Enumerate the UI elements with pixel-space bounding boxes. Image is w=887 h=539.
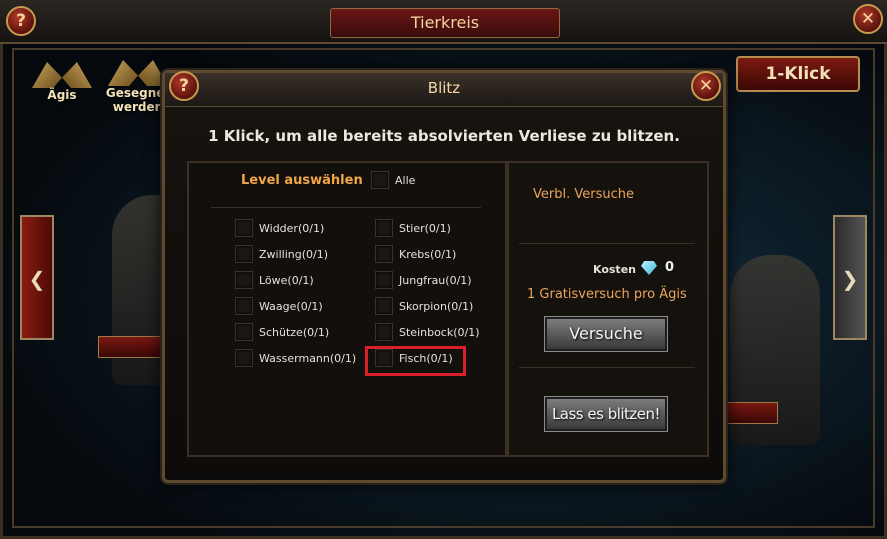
help-icon: ? bbox=[16, 11, 26, 31]
wing-icon bbox=[62, 62, 92, 88]
wing-icon bbox=[32, 62, 62, 88]
blitz-dialog: ? Blitz ✕ 1 Klick, um alle bereits absol… bbox=[162, 70, 726, 483]
decor-banner bbox=[98, 336, 166, 358]
divider bbox=[519, 367, 695, 368]
level-label: Schütze(0/1) bbox=[259, 326, 330, 339]
level-label: Skorpion(0/1) bbox=[399, 300, 474, 313]
emblem-label: Ägis bbox=[47, 88, 77, 102]
level-checkbox-skorpion[interactable] bbox=[375, 297, 393, 315]
dialog-close-button[interactable]: ✕ bbox=[691, 71, 721, 101]
chevron-left-icon: ❮ bbox=[28, 267, 46, 291]
level-label: Krebs(0/1) bbox=[399, 248, 457, 261]
highlight-box bbox=[365, 346, 466, 376]
aegis-emblem[interactable]: Ägis bbox=[28, 52, 96, 112]
decor-banner bbox=[722, 402, 778, 424]
all-label: Alle bbox=[395, 174, 416, 187]
level-label: Steinbock(0/1) bbox=[399, 326, 480, 339]
level-checkbox-wassermann[interactable] bbox=[235, 349, 253, 367]
level-checkbox-zwilling[interactable] bbox=[235, 245, 253, 263]
level-checkbox-jungfrau[interactable] bbox=[375, 271, 393, 289]
level-checkbox-loewe[interactable] bbox=[235, 271, 253, 289]
level-checkbox-krebs[interactable] bbox=[375, 245, 393, 263]
level-label: Jungfrau(0/1) bbox=[399, 274, 472, 287]
wing-icon bbox=[108, 60, 138, 86]
try-button[interactable]: Versuche bbox=[545, 317, 667, 351]
divider bbox=[211, 207, 481, 208]
chevron-right-icon: ❯ bbox=[841, 267, 859, 291]
free-attempt-text: 1 Gratisversuch pro Ägis bbox=[527, 287, 687, 302]
one-klick-button[interactable]: 1-Klick bbox=[736, 56, 860, 92]
level-checkbox-steinbock[interactable] bbox=[375, 323, 393, 341]
level-label: Zwilling(0/1) bbox=[259, 248, 328, 261]
next-arrow-button[interactable]: ❯ bbox=[833, 215, 867, 340]
window-title: Tierkreis bbox=[330, 8, 560, 38]
help-button[interactable]: ? bbox=[6, 6, 36, 36]
close-button[interactable]: ✕ bbox=[853, 4, 883, 34]
cost-value: 0 bbox=[665, 260, 675, 275]
level-label: Wassermann(0/1) bbox=[259, 352, 357, 365]
level-checkbox-widder[interactable] bbox=[235, 219, 253, 237]
remaining-attempts-label: Verbl. Versuche bbox=[533, 187, 634, 202]
level-select-panel: Level auswählen Alle Widder(0/1) Stier(0… bbox=[187, 161, 507, 457]
cost-label: Kosten bbox=[593, 263, 636, 276]
close-icon: ✕ bbox=[860, 9, 876, 29]
all-checkbox[interactable] bbox=[371, 171, 389, 189]
diamond-icon bbox=[641, 261, 657, 275]
divider bbox=[519, 243, 695, 244]
prev-arrow-button[interactable]: ❮ bbox=[20, 215, 54, 340]
close-icon: ✕ bbox=[698, 76, 714, 96]
level-checkbox-stier[interactable] bbox=[375, 219, 393, 237]
info-panel: Verbl. Versuche Kosten 0 1 Gratisversuch… bbox=[507, 161, 709, 457]
level-label: Stier(0/1) bbox=[399, 222, 451, 235]
level-checkbox-waage[interactable] bbox=[235, 297, 253, 315]
dialog-description: 1 Klick, um alle bereits absolvierten Ve… bbox=[208, 127, 680, 145]
level-select-label: Level auswählen bbox=[241, 173, 363, 188]
dialog-title: Blitz bbox=[427, 79, 461, 97]
level-label: Löwe(0/1) bbox=[259, 274, 314, 287]
level-label: Widder(0/1) bbox=[259, 222, 325, 235]
level-checkbox-schuetze[interactable] bbox=[235, 323, 253, 341]
level-label: Waage(0/1) bbox=[259, 300, 323, 313]
blitz-button[interactable]: Lass es blitzen! bbox=[545, 397, 667, 431]
